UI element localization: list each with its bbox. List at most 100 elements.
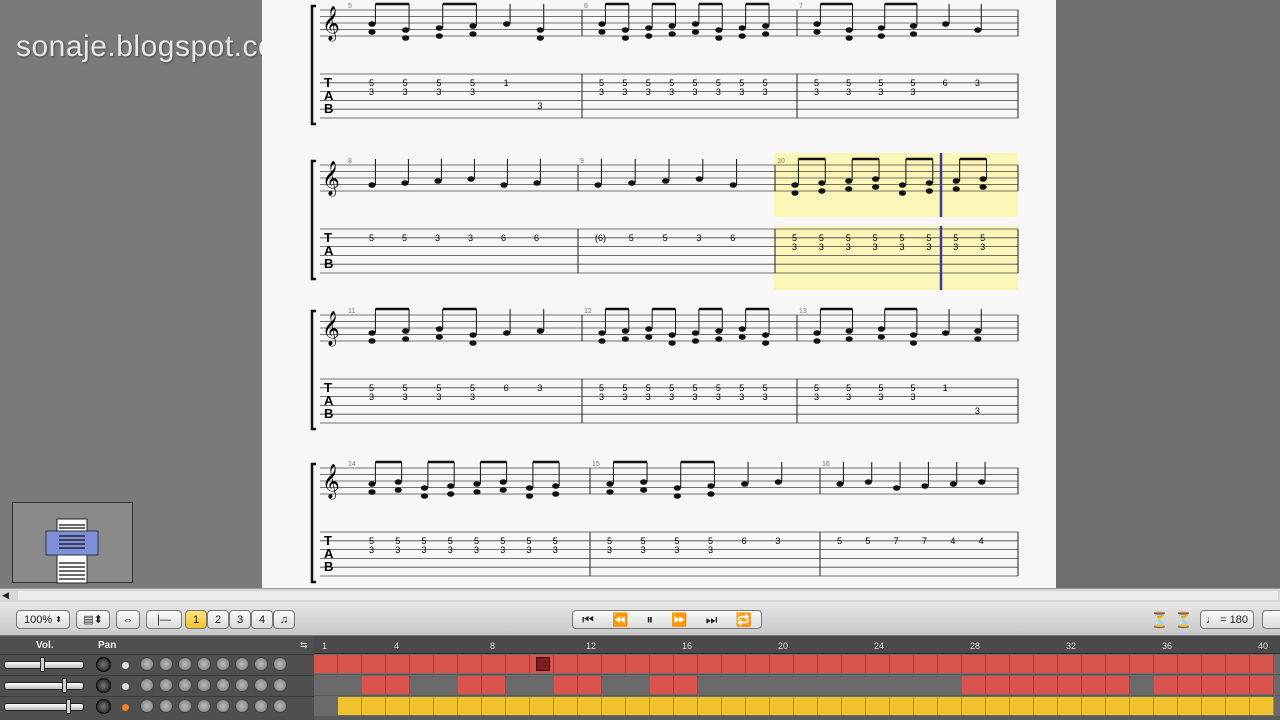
pattern-cell[interactable]: [386, 676, 410, 694]
scroll-track[interactable]: [18, 591, 1278, 600]
pattern-cell[interactable]: [794, 697, 818, 715]
pattern-cell[interactable]: [1106, 655, 1130, 673]
volume-thumb[interactable]: [40, 657, 45, 672]
effect-knob[interactable]: [235, 678, 249, 692]
pattern-cell[interactable]: [578, 676, 602, 694]
pattern-cell[interactable]: [458, 697, 482, 715]
pattern-cell[interactable]: [1034, 676, 1058, 694]
effect-knob[interactable]: [197, 699, 211, 713]
pattern-cell[interactable]: [1226, 697, 1250, 715]
pattern-cell[interactable]: [1202, 655, 1226, 673]
pattern-cell[interactable]: [1178, 676, 1202, 694]
metronome-icon[interactable]: ⏳: [1150, 611, 1169, 629]
pattern-cell[interactable]: [434, 697, 458, 715]
pattern-cell[interactable]: [1226, 676, 1250, 694]
effect-knob[interactable]: [216, 657, 230, 671]
pattern-cell[interactable]: [1154, 697, 1178, 715]
pattern-cell[interactable]: [794, 655, 818, 673]
triplet-button[interactable]: ♫: [273, 610, 295, 629]
pattern-cell[interactable]: [842, 697, 866, 715]
effect-knob[interactable]: [140, 699, 154, 713]
pattern-cell[interactable]: [1058, 655, 1082, 673]
pattern-cell[interactable]: [1034, 655, 1058, 673]
pattern-cell[interactable]: [746, 697, 770, 715]
pattern-cell[interactable]: [986, 697, 1010, 715]
pattern-cell[interactable]: [986, 676, 1010, 694]
metronome-off-icon[interactable]: ⏳: [1174, 611, 1193, 629]
pattern-cell[interactable]: [362, 676, 386, 694]
effect-knob[interactable]: [178, 657, 192, 671]
pattern-cell[interactable]: [674, 697, 698, 715]
pattern-cell[interactable]: [1010, 697, 1034, 715]
effect-knob[interactable]: [254, 699, 268, 713]
pattern-cell[interactable]: [434, 655, 458, 673]
pattern-cell[interactable]: [1082, 697, 1106, 715]
beat-button-1[interactable]: 1: [185, 610, 207, 629]
track-lane-1[interactable]: [314, 654, 1280, 674]
pattern-cell[interactable]: [1154, 676, 1178, 694]
pattern-cell[interactable]: [530, 697, 554, 715]
pattern-cell[interactable]: [914, 697, 938, 715]
pattern-cell[interactable]: [1082, 655, 1106, 673]
pattern-cell[interactable]: [1250, 655, 1274, 673]
track-lane-2[interactable]: [314, 675, 1280, 695]
effect-knob[interactable]: [216, 699, 230, 713]
beat-button-2[interactable]: 2: [207, 610, 229, 629]
effect-knob[interactable]: [235, 657, 249, 671]
effect-knob[interactable]: [273, 699, 287, 713]
tempo-field[interactable]: ♩ = 180: [1200, 610, 1254, 629]
pattern-cell[interactable]: [506, 655, 530, 673]
pattern-cell[interactable]: [1058, 697, 1082, 715]
pattern-cell[interactable]: [962, 697, 986, 715]
mute-indicator[interactable]: [122, 683, 129, 690]
effect-knob[interactable]: [140, 657, 154, 671]
pattern-cell[interactable]: [1082, 676, 1106, 694]
go-start-icon[interactable]: ⏮: [582, 612, 594, 628]
pattern-cell[interactable]: [1058, 676, 1082, 694]
pattern-cell[interactable]: [1106, 697, 1130, 715]
pattern-cell[interactable]: [938, 655, 962, 673]
pattern-cell[interactable]: [866, 697, 890, 715]
pattern-cell[interactable]: [602, 655, 626, 673]
scroll-left-icon[interactable]: ◀: [2, 590, 9, 601]
pattern-cell[interactable]: [386, 655, 410, 673]
pattern-cell[interactable]: [650, 676, 674, 694]
pattern-cell[interactable]: [578, 697, 602, 715]
pattern-cell[interactable]: [650, 655, 674, 673]
pattern-cell[interactable]: [698, 697, 722, 715]
pattern-cell[interactable]: [1178, 697, 1202, 715]
effect-knob[interactable]: [273, 657, 287, 671]
pattern-cell[interactable]: [506, 697, 530, 715]
layout-button[interactable]: ▤⬍: [76, 610, 110, 629]
effect-knob[interactable]: [216, 678, 230, 692]
track-lane-3[interactable]: [314, 696, 1280, 716]
page-view-button[interactable]: ⇔: [116, 610, 140, 629]
pattern-cell[interactable]: [362, 697, 386, 715]
effect-knob[interactable]: [159, 699, 173, 713]
pattern-cell[interactable]: [554, 655, 578, 673]
effect-knob[interactable]: [235, 699, 249, 713]
zoom-select[interactable]: 100% ⬍: [16, 610, 70, 629]
effect-knob[interactable]: [140, 678, 154, 692]
pattern-cell[interactable]: [1106, 676, 1130, 694]
pause-icon[interactable]: ⏸: [647, 612, 654, 628]
pattern-cell[interactable]: [818, 697, 842, 715]
pattern-cell[interactable]: [866, 655, 890, 673]
pattern-cell[interactable]: [1250, 676, 1274, 694]
pattern-cell[interactable]: [626, 697, 650, 715]
score-page[interactable]: 𝄞 T A B 5 5 3 5 3 5 3 5 3 1 3 6 5 3 5 3 5 3 5 3 5 3 5 3 5 3 5 3 7 5 3 5 3 5 3 5…: [262, 0, 1056, 588]
pattern-cell[interactable]: [1202, 697, 1226, 715]
pattern-cell[interactable]: [890, 697, 914, 715]
pattern-cell[interactable]: [1034, 697, 1058, 715]
pattern-cell[interactable]: [674, 676, 698, 694]
pattern-cell[interactable]: [770, 697, 794, 715]
pattern-cell[interactable]: [482, 697, 506, 715]
effect-knob[interactable]: [197, 678, 211, 692]
effect-knob[interactable]: [159, 657, 173, 671]
column-options-icon[interactable]: ⇆: [300, 640, 308, 651]
pattern-cell[interactable]: [338, 655, 362, 673]
effect-knob[interactable]: [254, 657, 268, 671]
pattern-cell[interactable]: [722, 655, 746, 673]
effect-knob[interactable]: [159, 678, 173, 692]
pattern-cell[interactable]: [458, 676, 482, 694]
